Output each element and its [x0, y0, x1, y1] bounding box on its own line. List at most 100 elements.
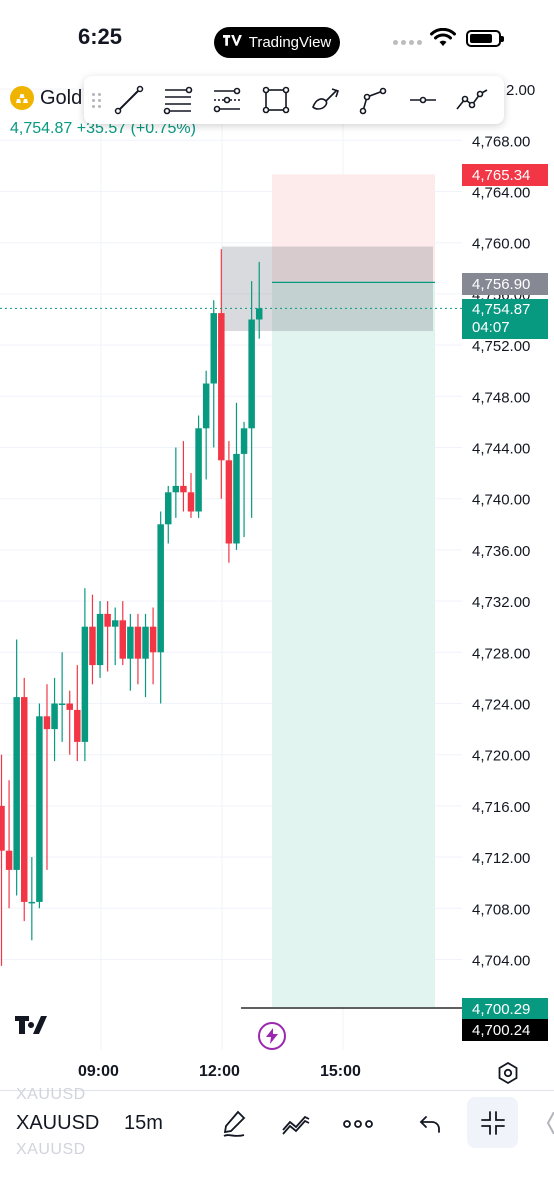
symbol-search-button[interactable]: XAUUSD	[16, 1112, 99, 1135]
time-tick-1200: 12:00	[199, 1063, 240, 1080]
candle-body	[202, 383, 210, 429]
drag-handle-icon[interactable]	[84, 92, 104, 108]
price-chart[interactable]: 2.004,768.004,764.004,760.004,756.004,75…	[0, 60, 554, 1100]
undo-icon[interactable]	[410, 1104, 450, 1144]
candle	[43, 684, 51, 870]
price-tick-label: 4,752.00	[472, 338, 530, 355]
candle-body	[74, 709, 81, 742]
candle	[127, 613, 134, 691]
selection-box	[222, 246, 433, 332]
candle	[202, 370, 210, 480]
price-tick-label: 4,760.00	[472, 236, 530, 253]
price-tick-label: 4,716.00	[472, 799, 530, 816]
candle-body	[134, 626, 142, 659]
price-tick-label: 4,708.00	[472, 901, 530, 918]
candle	[13, 639, 20, 896]
indicators-icon[interactable]	[276, 1104, 316, 1144]
horizontal-line-icon[interactable]	[398, 76, 447, 124]
candle-body	[255, 308, 263, 320]
symbol-header[interactable]: Gold	[10, 86, 82, 110]
candle-body	[28, 901, 36, 904]
battery-icon	[466, 30, 504, 47]
tradingview-watermark-icon	[15, 1014, 55, 1041]
price-tick-label: 4,724.00	[472, 697, 530, 714]
more-options-icon[interactable]	[338, 1104, 378, 1144]
candle	[210, 300, 217, 448]
rectangle-icon[interactable]	[251, 76, 300, 124]
chart-settings-icon[interactable]	[496, 1061, 520, 1090]
candle-body	[5, 850, 13, 870]
interval-button[interactable]: 15m	[124, 1112, 163, 1135]
price-tick-label: 4,748.00	[472, 389, 530, 406]
trend-line-icon[interactable]	[104, 76, 153, 124]
candle-body	[104, 613, 111, 627]
pitchfork-icon[interactable]	[202, 76, 251, 124]
entry-price-tag: 4,756.90	[462, 273, 548, 295]
candle-body	[111, 620, 119, 627]
price-tick-label: 4,740.00	[472, 492, 530, 509]
drawing-pen-icon[interactable]	[214, 1104, 254, 1144]
candle-body	[36, 716, 43, 902]
candle	[28, 857, 36, 941]
candle-body	[149, 626, 157, 653]
exit-fullscreen-button[interactable]	[467, 1097, 518, 1148]
candle	[5, 780, 13, 909]
stop-price-tag: 4,765.34	[462, 164, 548, 186]
app-pill[interactable]: TradingView	[214, 27, 340, 58]
candle-body	[225, 460, 233, 544]
candle	[187, 473, 195, 518]
candle-body	[89, 626, 96, 666]
candle-body	[172, 485, 180, 493]
candle-body	[96, 613, 104, 666]
candle-body	[0, 805, 5, 851]
current-price-tag: 4,754.87 04:07	[462, 299, 548, 339]
candle-body	[81, 626, 89, 742]
app-pill-label: TradingView	[248, 34, 332, 51]
candle	[0, 754, 5, 966]
gold-bars-icon	[10, 86, 34, 110]
candle-body	[58, 703, 66, 705]
candle-body	[210, 313, 217, 384]
candle	[119, 601, 127, 666]
candle-body	[218, 313, 225, 461]
candle-body	[248, 319, 255, 429]
path-icon[interactable]	[349, 76, 398, 124]
candle-body	[119, 620, 127, 659]
candle	[142, 613, 149, 698]
candle	[149, 607, 157, 685]
candle	[104, 601, 111, 672]
target-price-tag: 4,700.29	[462, 998, 548, 1020]
edge-handle-icon	[545, 1111, 554, 1135]
last-price: 4,754.87	[10, 120, 73, 137]
ghost-symbol-bottom: XAUUSD	[16, 1141, 86, 1158]
fib-retracement-icon[interactable]	[153, 76, 202, 124]
candle-body	[127, 626, 134, 659]
candle	[66, 690, 73, 755]
candle-body	[187, 492, 195, 512]
candle	[233, 402, 240, 550]
time-tick-0900: 09:00	[78, 1063, 119, 1080]
candle-body	[180, 485, 187, 493]
cellular-signal-icon	[393, 40, 422, 45]
pattern-icon[interactable]	[447, 76, 496, 124]
candles	[0, 249, 263, 966]
candle	[240, 421, 248, 538]
price-tick-label: 4,720.00	[472, 748, 530, 765]
candle	[58, 652, 66, 742]
collapse-icon	[480, 1110, 505, 1135]
candle-body	[157, 524, 164, 653]
position-zones	[222, 174, 435, 1007]
candle	[20, 677, 28, 922]
brush-icon[interactable]	[300, 76, 349, 124]
candle	[96, 601, 104, 678]
candle	[195, 415, 202, 518]
candle	[134, 613, 142, 685]
bar-countdown: 04:07	[472, 319, 510, 336]
candle-body	[233, 453, 240, 544]
candle-body	[43, 716, 51, 730]
lightning-icon[interactable]	[258, 1022, 286, 1050]
price-tick-label: 4,764.00	[472, 185, 530, 202]
candle	[111, 607, 119, 666]
price-tick-label: 4,744.00	[472, 441, 530, 458]
time-tick-1500: 15:00	[320, 1063, 361, 1080]
